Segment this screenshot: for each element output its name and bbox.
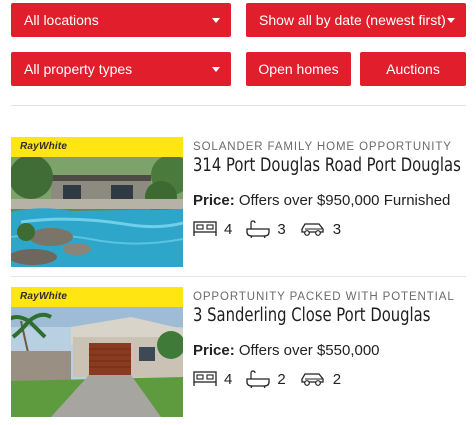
bath-icon	[246, 220, 270, 238]
listing-price: Price: Offers over $550,000	[193, 342, 380, 359]
chevron-down-icon	[212, 67, 220, 72]
bathrooms: 3	[246, 220, 286, 238]
brand-logo: RayWhite	[20, 291, 68, 302]
divider	[11, 105, 466, 106]
sort-order-label: Show all by date (newest first)	[259, 12, 446, 28]
divider	[11, 276, 466, 277]
location-filter-select[interactable]: All locations	[11, 3, 231, 37]
bedrooms: 4	[193, 220, 232, 238]
bedrooms: 4	[193, 370, 232, 388]
bathroom-count: 2	[277, 370, 286, 388]
chevron-down-icon	[212, 18, 220, 23]
sort-order-select[interactable]: Show all by date (newest first)	[246, 3, 466, 37]
listing-features: 4 2 2	[193, 370, 355, 388]
car-spaces: 3	[300, 220, 341, 238]
auctions-button[interactable]: Auctions	[360, 52, 466, 86]
chevron-down-icon	[447, 18, 455, 23]
auctions-label: Auctions	[386, 61, 440, 77]
open-homes-label: Open homes	[258, 61, 339, 77]
brand-logo: RayWhite	[20, 141, 68, 152]
bathroom-count: 3	[277, 220, 286, 238]
bathrooms: 2	[246, 370, 286, 388]
bed-icon	[193, 221, 217, 236]
bed-icon	[193, 371, 217, 386]
listing-address-link[interactable]: 3 Sanderling Close Port Douglas	[193, 305, 430, 326]
price-label: Price:	[193, 192, 235, 209]
listing-headline: OPPORTUNITY PACKED WITH POTENTIAL	[193, 291, 455, 303]
brand-banner: RayWhite	[11, 137, 183, 157]
location-filter-label: All locations	[24, 12, 99, 28]
property-type-select[interactable]: All property types	[11, 52, 231, 86]
listing-card[interactable]: RayWhite SOLANDER FAMILY HOME OPPORTUNIT…	[11, 137, 466, 267]
car-icon	[301, 223, 324, 236]
property-type-label: All property types	[24, 61, 133, 77]
bedroom-count: 4	[224, 370, 233, 388]
bedroom-count: 4	[224, 220, 233, 238]
listings-page: All locations Show all by date (newest f…	[0, 0, 476, 425]
listing-card[interactable]: RayWhite OPPORTUNITY PACKED WITH POTENTI…	[11, 287, 466, 417]
price-value: Offers over $550,000	[238, 342, 380, 359]
price-value: Offers over $950,000 Furnished	[238, 192, 451, 209]
listing-features: 4 3 3	[193, 220, 355, 238]
open-homes-button[interactable]: Open homes	[246, 52, 351, 86]
brand-banner: RayWhite	[11, 287, 183, 307]
listing-address-link[interactable]: 314 Port Douglas Road Port Douglas	[193, 155, 461, 176]
bath-icon	[246, 370, 270, 388]
car-spaces: 2	[300, 370, 341, 388]
listing-price: Price: Offers over $950,000 Furnished	[193, 192, 450, 209]
listing-photo[interactable]: RayWhite	[11, 137, 183, 267]
listing-headline: SOLANDER FAMILY HOME OPPORTUNITY	[193, 141, 452, 153]
car-icon	[301, 373, 324, 386]
listing-photo[interactable]: RayWhite	[11, 287, 183, 417]
car-space-count: 2	[332, 370, 342, 388]
price-label: Price:	[193, 342, 235, 359]
car-space-count: 3	[332, 220, 342, 238]
